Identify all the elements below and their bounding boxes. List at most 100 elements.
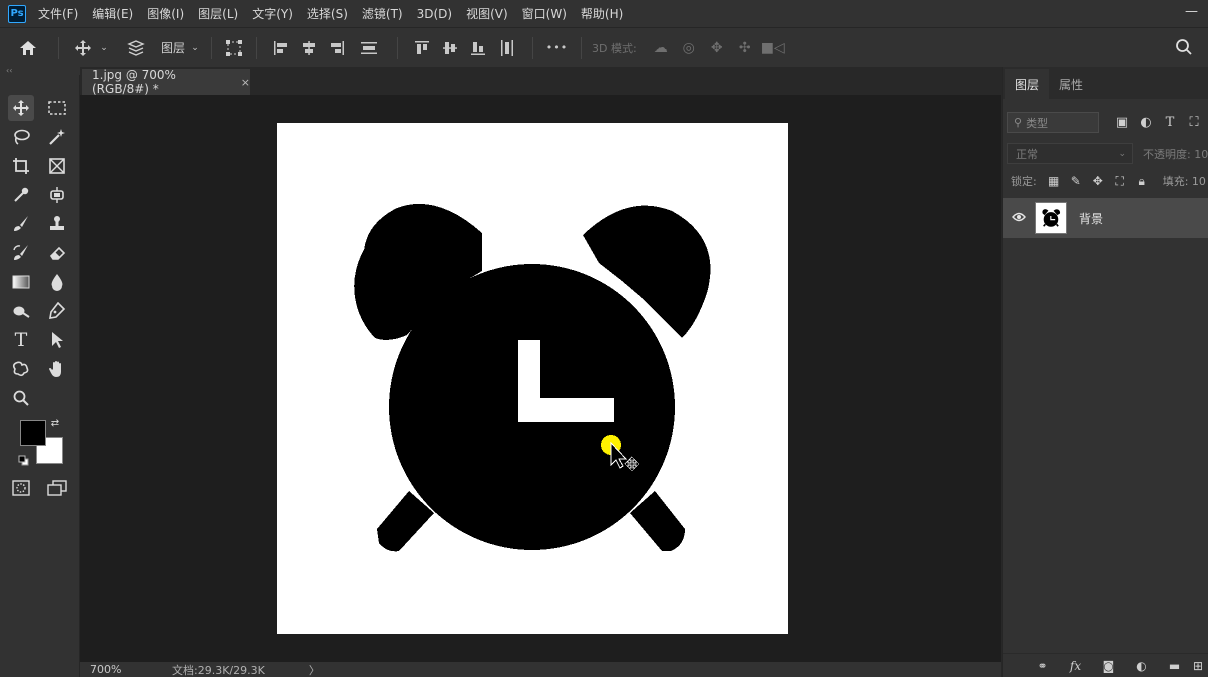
path-selection-icon[interactable] <box>44 327 70 353</box>
lock-position-icon[interactable]: ✥ <box>1087 174 1109 188</box>
home-icon[interactable] <box>8 39 48 57</box>
dodge-icon[interactable] <box>8 298 34 324</box>
menu-view[interactable]: 视图(V) <box>466 5 508 22</box>
document-canvas[interactable] <box>277 123 788 634</box>
spot-healing-icon[interactable] <box>44 182 70 208</box>
eraser-icon[interactable] <box>44 240 70 266</box>
frame-tool-icon[interactable] <box>44 153 70 179</box>
status-bar: 700% 文档:29.3K/29.3K 〉 <box>80 662 1001 677</box>
quick-mask-icon[interactable] <box>8 475 34 501</box>
swap-colors-icon[interactable]: ⇄ <box>48 416 62 430</box>
fill-field[interactable]: 填充: 10 <box>1163 173 1206 189</box>
tab-layers[interactable]: 图层 <box>1005 69 1050 99</box>
clone-stamp-icon[interactable] <box>44 211 70 237</box>
close-icon[interactable]: × <box>241 76 250 89</box>
menu-filter[interactable]: 滤镜(T) <box>362 5 403 22</box>
3d-scale-icon[interactable]: ■◁ <box>759 40 787 56</box>
zoom-level[interactable]: 700% <box>90 663 150 676</box>
menu-select[interactable]: 选择(S) <box>307 5 348 22</box>
transform-controls-icon[interactable] <box>222 39 246 57</box>
align-bottom-icon[interactable] <box>464 40 492 56</box>
rectangular-marquee-icon[interactable] <box>44 95 70 121</box>
menu-type[interactable]: 文字(Y) <box>252 5 293 22</box>
layer-name[interactable]: 背景 <box>1079 210 1103 227</box>
foreground-color-swatch[interactable] <box>20 420 46 446</box>
canvas-area[interactable] <box>80 95 1001 662</box>
menu-image[interactable]: 图像(I) <box>147 5 184 22</box>
panel-collapse-toggle[interactable]: ‹‹ <box>0 67 80 75</box>
align-right-icon[interactable] <box>323 40 351 56</box>
eye-icon[interactable] <box>1003 210 1035 226</box>
move-tool-icon[interactable] <box>8 95 34 121</box>
eyedropper-icon[interactable] <box>8 182 34 208</box>
type-filter-icon[interactable]: T <box>1159 115 1181 130</box>
align-middle-icon[interactable] <box>436 40 464 56</box>
align-top-icon[interactable] <box>408 40 436 56</box>
tools-panel: T ⇄ <box>0 75 80 677</box>
lasso-icon[interactable] <box>8 124 34 150</box>
new-layer-icon[interactable]: ⊞ <box>1191 659 1205 673</box>
crop-icon[interactable] <box>8 153 34 179</box>
menu-edit[interactable]: 编辑(E) <box>92 5 133 22</box>
3d-slide-icon[interactable]: ✣ <box>731 40 759 56</box>
zoom-icon[interactable] <box>8 385 34 411</box>
menu-layer[interactable]: 图层(L) <box>198 5 238 22</box>
layer-row[interactable]: 背景 <box>1003 198 1208 238</box>
distribute-vertical-icon[interactable] <box>492 39 522 57</box>
status-menu-arrow[interactable]: 〉 <box>309 662 320 677</box>
auto-select-icon[interactable] <box>119 39 153 57</box>
menu-3d[interactable]: 3D(D) <box>417 7 452 21</box>
adjustment-layer-icon[interactable]: ◐ <box>1125 659 1158 673</box>
add-mask-icon[interactable]: ◙ <box>1092 659 1125 673</box>
document-tab[interactable]: 1.jpg @ 700%(RGB/8#) * × <box>82 68 250 96</box>
document-tab-title: 1.jpg @ 700%(RGB/8#) * <box>92 68 176 96</box>
pixel-filter-icon[interactable]: ▣ <box>1111 115 1133 130</box>
layer-style-icon[interactable]: fx <box>1059 659 1092 673</box>
gradient-icon[interactable] <box>8 269 34 295</box>
opacity-field[interactable]: 不透明度: 10 <box>1143 146 1208 162</box>
align-center-icon[interactable] <box>295 40 323 56</box>
3d-roll-icon[interactable]: ◎ <box>675 40 703 56</box>
new-group-icon[interactable]: ▬ <box>1158 659 1191 673</box>
lock-transparent-icon[interactable]: ▦ <box>1043 174 1065 188</box>
lock-artboard-icon[interactable]: ⛶ <box>1109 174 1131 189</box>
search-icon[interactable] <box>1174 38 1194 56</box>
search-icon: ⚲ <box>1014 116 1023 129</box>
type-tool-icon[interactable]: T <box>8 327 34 353</box>
custom-shape-icon[interactable] <box>8 356 34 382</box>
tab-properties[interactable]: 属性 <box>1049 69 1093 99</box>
minimize-button[interactable]: — <box>1185 4 1198 19</box>
menu-file[interactable]: 文件(F) <box>38 5 78 22</box>
magic-wand-icon[interactable] <box>44 124 70 150</box>
history-brush-icon[interactable] <box>8 240 34 266</box>
move-tool-icon[interactable] <box>69 39 97 57</box>
blend-mode-select[interactable]: 正常 ⌄ <box>1007 143 1133 164</box>
shape-filter-icon[interactable]: ⛶ <box>1183 115 1205 130</box>
divider <box>581 36 583 59</box>
menu-window[interactable]: 窗口(W) <box>522 5 567 22</box>
default-colors-icon[interactable] <box>16 453 30 467</box>
distribute-horizontal-icon[interactable] <box>351 40 387 56</box>
chevron-down-icon[interactable]: ⌄ <box>189 43 201 53</box>
chevron-down-icon[interactable]: ⌄ <box>97 43 111 53</box>
hand-icon[interactable] <box>44 356 70 382</box>
lock-all-icon[interactable]: 🔒︎ <box>1131 174 1153 189</box>
adjustment-filter-icon[interactable]: ◐ <box>1135 115 1157 130</box>
3d-rotate-icon[interactable]: ☁ <box>647 40 675 56</box>
blur-icon[interactable] <box>44 269 70 295</box>
auto-select-target-dropdown[interactable]: 图层 <box>161 39 185 56</box>
screen-mode-icon[interactable] <box>44 475 70 501</box>
link-layers-icon[interactable]: ⚭ <box>1026 659 1059 673</box>
brush-icon[interactable] <box>8 211 34 237</box>
panel-tab-bar: 图层 属性 <box>1003 67 1208 99</box>
lock-image-icon[interactable]: ✎ <box>1065 174 1087 188</box>
pen-icon[interactable] <box>44 298 70 324</box>
align-left-icon[interactable] <box>267 40 295 56</box>
photoshop-logo-icon[interactable]: Ps <box>8 4 26 23</box>
layer-kind-filter[interactable]: ⚲ 类型 <box>1007 112 1099 133</box>
menu-help[interactable]: 帮助(H) <box>581 5 623 22</box>
divider <box>532 36 534 59</box>
more-options-icon[interactable]: ••• <box>543 41 571 54</box>
3d-pan-icon[interactable]: ✥ <box>703 40 731 56</box>
alarm-clock-image <box>354 203 711 552</box>
